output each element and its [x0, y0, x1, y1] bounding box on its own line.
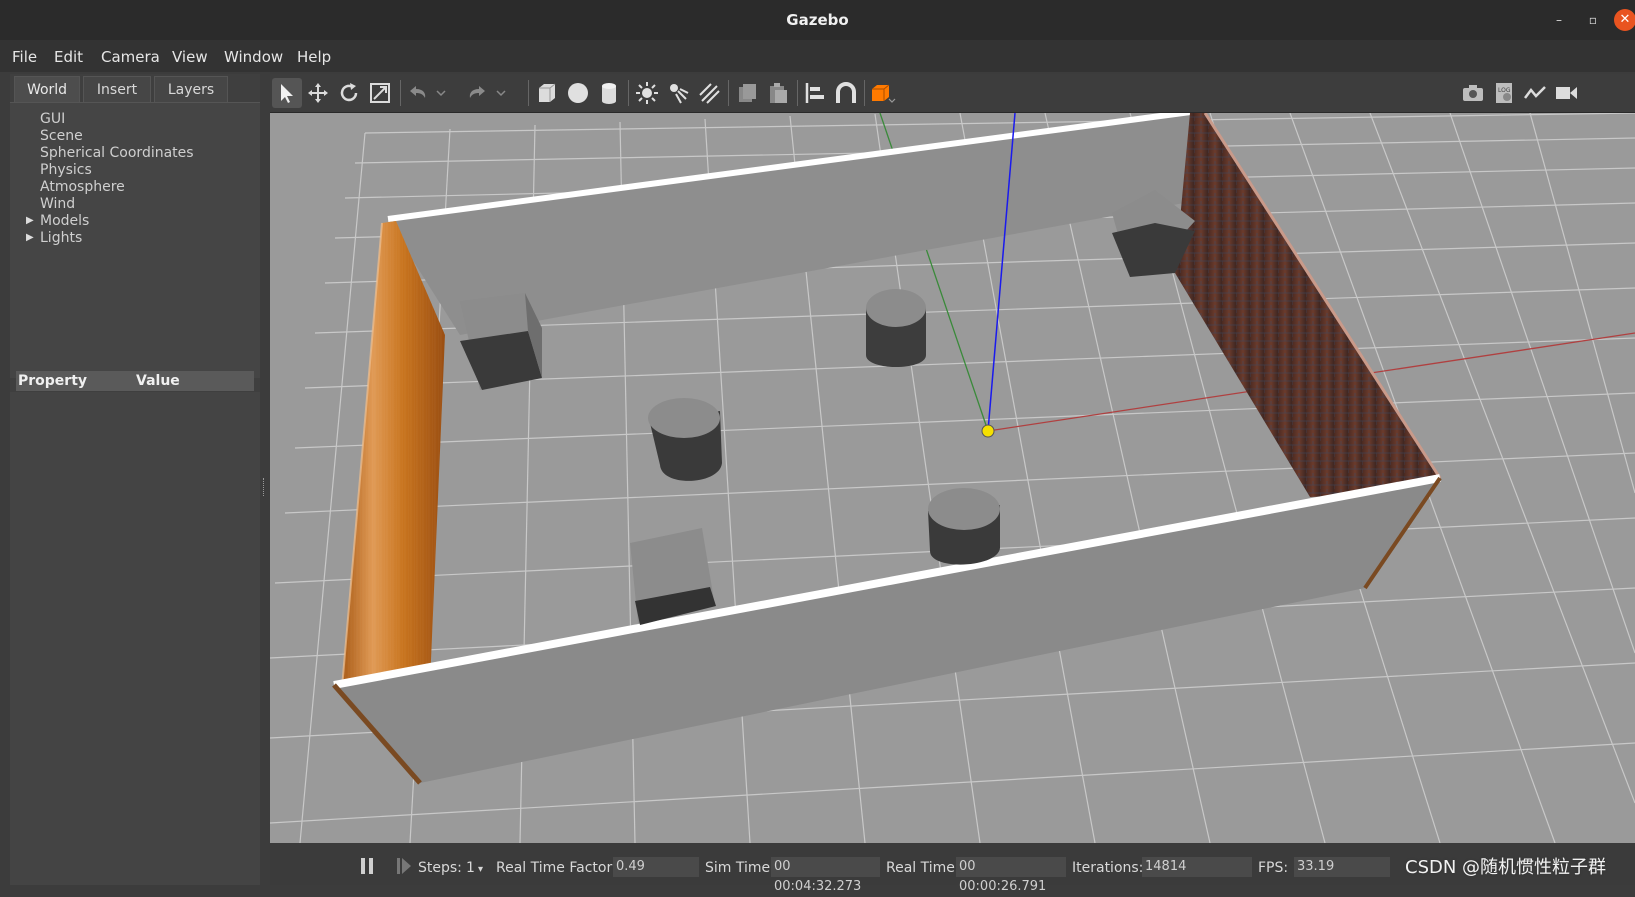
select-arrow-icon[interactable] [272, 78, 302, 108]
scale-icon[interactable] [365, 78, 395, 108]
log-icon[interactable]: LOG [1489, 78, 1519, 108]
translate-icon[interactable] [303, 78, 333, 108]
real-time-label: Real Time: [886, 860, 960, 876]
sim-time-value: 00 00:04:32.273 [771, 857, 880, 894]
title-bar: Gazebo – ▫ ✕ [0, 0, 1635, 41]
panel-resize-handle[interactable] [263, 478, 267, 496]
fps-value: 33.19 [1294, 857, 1390, 877]
expand-arrow-icon[interactable]: ▶ [26, 232, 34, 243]
pause-icon [361, 858, 373, 874]
tree-item-gui[interactable]: GUI [40, 111, 65, 127]
svg-text:LOG: LOG [1498, 87, 1511, 94]
redo-dropdown-icon[interactable] [492, 78, 508, 108]
steps-dropdown-icon[interactable]: ▾ [478, 864, 483, 875]
tree-item-spherical-coordinates[interactable]: Spherical Coordinates [40, 145, 194, 161]
box-icon[interactable] [532, 78, 562, 108]
property-column-header: Property [18, 373, 88, 389]
tab-insert[interactable]: Insert [83, 76, 151, 103]
align-icon[interactable] [800, 78, 830, 108]
menu-bar: File Edit Camera View Window Help [0, 40, 1635, 72]
fps-label: FPS: [1258, 860, 1289, 876]
value-column-header: Value [136, 373, 180, 389]
watermark: CSDN @随机惯性粒子群 [1405, 857, 1607, 878]
undo-icon[interactable] [403, 78, 433, 108]
property-header: Property Value [16, 371, 254, 391]
view-angle-icon[interactable] [866, 78, 896, 108]
expand-arrow-icon[interactable]: ▶ [26, 215, 34, 226]
cylinder-icon[interactable] [594, 78, 624, 108]
tree-item-models[interactable]: Models [40, 213, 89, 229]
cylinder-obstacle-1 [866, 289, 926, 367]
3d-viewport[interactable] [270, 113, 1635, 843]
iterations-label: Iterations: [1072, 860, 1144, 876]
sphere-icon[interactable] [563, 78, 593, 108]
record-video-icon[interactable] [1551, 78, 1581, 108]
step-icon [397, 858, 411, 874]
tab-layers[interactable]: Layers [154, 76, 228, 103]
window-title: Gazebo [786, 11, 849, 29]
spot-light-icon[interactable] [663, 78, 693, 108]
directional-light-icon[interactable] [694, 78, 724, 108]
snap-icon[interactable] [831, 78, 861, 108]
pause-button[interactable] [358, 855, 378, 881]
tab-world[interactable]: World [14, 76, 80, 103]
sim-time-label: Sim Time: [705, 860, 775, 876]
paste-icon[interactable] [763, 78, 793, 108]
maximize-button[interactable]: ▫ [1584, 11, 1602, 29]
redo-icon[interactable] [462, 78, 492, 108]
copy-icon[interactable] [732, 78, 762, 108]
iterations-value: 14814 [1142, 857, 1252, 877]
tree-item-atmosphere[interactable]: Atmosphere [40, 179, 125, 195]
close-button[interactable]: ✕ [1614, 9, 1635, 31]
menu-window[interactable]: Window [224, 48, 283, 66]
left-panel: World Insert Layers GUI Scene Spherical … [10, 74, 260, 885]
menu-help[interactable]: Help [297, 48, 331, 66]
world-tree: GUI Scene Spherical Coordinates Physics … [10, 102, 260, 378]
menu-file[interactable]: File [12, 48, 37, 66]
real-time-value: 00 00:00:26.791 [956, 857, 1066, 894]
menu-view[interactable]: View [172, 48, 208, 66]
rotate-icon[interactable] [334, 78, 364, 108]
origin-marker [981, 424, 995, 438]
cylinder-obstacle-3 [928, 488, 1000, 565]
rtf-label: Real Time Factor: [496, 860, 617, 876]
menu-edit[interactable]: Edit [54, 48, 83, 66]
property-table [10, 392, 260, 885]
undo-dropdown-icon[interactable] [432, 78, 448, 108]
plot-icon[interactable] [1520, 78, 1550, 108]
step-button[interactable] [394, 855, 414, 881]
toolbar: LOG [270, 74, 1635, 113]
minimize-button[interactable]: – [1550, 11, 1568, 29]
tree-item-scene[interactable]: Scene [40, 128, 83, 144]
menu-camera[interactable]: Camera [101, 48, 160, 66]
tree-item-wind[interactable]: Wind [40, 196, 75, 212]
rtf-value: 0.49 [613, 857, 699, 877]
tree-item-lights[interactable]: Lights [40, 230, 82, 246]
steps-label: Steps: [418, 860, 462, 876]
screenshot-icon[interactable] [1458, 78, 1488, 108]
steps-value[interactable]: 1 [466, 860, 475, 876]
tree-item-physics[interactable]: Physics [40, 162, 92, 178]
point-light-icon[interactable] [632, 78, 662, 108]
